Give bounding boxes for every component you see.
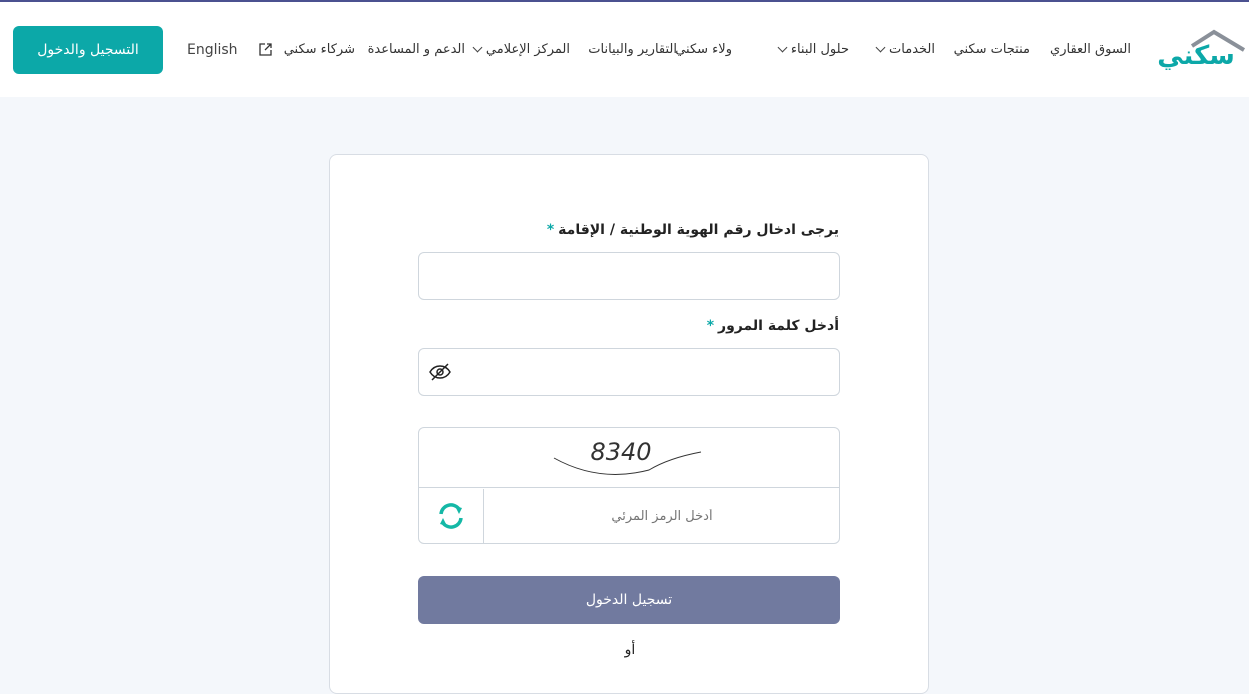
- nav-label: ولاء سكني: [675, 42, 732, 57]
- captcha-image: 8340: [419, 428, 839, 488]
- captcha-input[interactable]: [485, 489, 839, 543]
- captcha-box: 8340: [418, 427, 840, 544]
- chevron-down-icon: [472, 42, 483, 53]
- external-link-icon: [259, 43, 272, 56]
- captcha-text: 8340: [590, 438, 651, 466]
- password-input[interactable]: [418, 348, 840, 396]
- nav-partners[interactable]: شركاء سكني: [259, 42, 355, 57]
- nav-services[interactable]: الخدمات: [875, 42, 935, 57]
- or-divider: أو: [624, 642, 636, 658]
- refresh-captcha-button[interactable]: [419, 489, 484, 543]
- nav-media-center[interactable]: المركز الإعلامي: [472, 42, 570, 57]
- nav-label: شركاء سكني: [283, 42, 355, 57]
- id-input[interactable]: [418, 252, 840, 300]
- nav-market[interactable]: السوق العقاري: [1050, 42, 1131, 57]
- nav-building-solutions[interactable]: حلول البناء: [777, 42, 849, 57]
- chevron-down-icon: [875, 42, 886, 53]
- login-card: يرجى ادخال رقم الهوية الوطنية / الإقامة*…: [329, 154, 929, 694]
- logo-text: سكني: [1157, 41, 1235, 70]
- nav-label: المركز الإعلامي: [485, 42, 570, 57]
- nav-support[interactable]: الدعم و المساعدة: [368, 42, 465, 57]
- eye-off-icon[interactable]: [429, 362, 451, 382]
- nav-label: منتجات سكني: [953, 42, 1030, 57]
- nav-products[interactable]: منتجات سكني: [954, 42, 1030, 57]
- header: سكني السوق العقاري منتجات سكني الخدمات ح…: [0, 2, 1249, 97]
- refresh-icon: [439, 503, 463, 529]
- login-submit-button[interactable]: تسجيل الدخول: [418, 576, 840, 624]
- nav-label: التقارير والبيانات: [588, 42, 677, 57]
- nav-label: الخدمات: [889, 42, 935, 57]
- sakani-logo[interactable]: سكني: [1152, 28, 1246, 71]
- chevron-down-icon: [777, 42, 788, 53]
- language-switch[interactable]: English: [187, 42, 238, 58]
- nav-label: الدعم و المساعدة: [367, 42, 465, 57]
- nav-loyalty[interactable]: ولاء سكني: [675, 42, 732, 57]
- nav-label: السوق العقاري: [1050, 42, 1131, 57]
- nav-reports[interactable]: التقارير والبيانات: [588, 42, 677, 57]
- nav-label: حلول البناء: [790, 42, 849, 57]
- password-label: أدخل كلمة المرور*: [706, 318, 839, 334]
- id-label: يرجى ادخال رقم الهوية الوطنية / الإقامة*: [546, 222, 839, 238]
- register-login-button[interactable]: التسجيل والدخول: [13, 26, 163, 74]
